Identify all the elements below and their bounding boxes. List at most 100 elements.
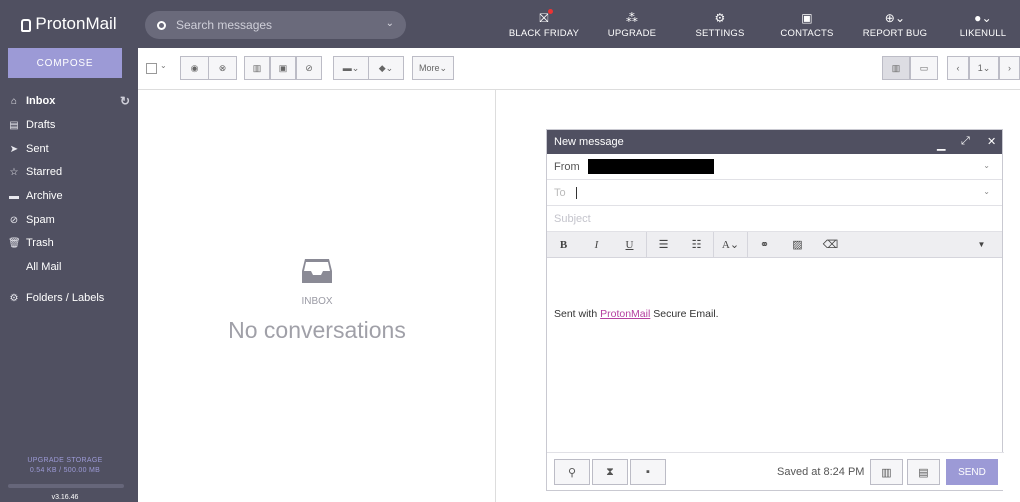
protonmail-link[interactable]: ProtonMail: [600, 308, 650, 320]
eye-off-icon: ⊗: [218, 62, 227, 73]
link-icon[interactable]: ⚭: [748, 238, 781, 251]
refresh-icon[interactable]: ↻: [120, 94, 130, 108]
message-body[interactable]: Sent with ProtonMail Secure Email.: [547, 258, 1002, 454]
sidebar-item-sent[interactable]: ➤ Sent: [0, 138, 138, 160]
sidebar-item-label: Archive: [26, 190, 63, 202]
sidebar-item-archive[interactable]: ▬ Archive: [0, 185, 138, 207]
chevron-down-icon: ⌄: [439, 62, 448, 73]
signature-prefix: Sent with: [554, 308, 601, 320]
gift-icon: ⛝: [539, 8, 553, 26]
nav-upgrade[interactable]: ⁂ UPGRADE: [600, 0, 664, 48]
save-icon: ▤: [918, 466, 929, 479]
composer-window: New message ▁ ⤢ ✕ From ⌄ To ⌄ Subject B …: [546, 129, 1004, 491]
sidebar-item-folders-labels[interactable]: ⚙ Folders / Labels: [0, 287, 138, 309]
bullet-list-icon[interactable]: ☰: [647, 238, 680, 251]
gear-icon: ⚙: [714, 10, 726, 25]
column-layout-button[interactable]: ▥: [882, 56, 910, 80]
to-field[interactable]: To ⌄: [547, 180, 1002, 206]
encryption-button[interactable]: ▪: [630, 459, 666, 485]
message-toolbar: ⌄ ◉ ⊗ ▥ ▣ ⊘ ▬⌄ ◆⌄ More ⌄ ▥ ▭ ‹ 1 ⌄ ›: [138, 48, 1020, 90]
sidebar-item-label: All Mail: [26, 261, 62, 273]
minimize-icon[interactable]: ▁: [937, 138, 945, 151]
next-page-button[interactable]: ›: [999, 56, 1020, 80]
subject-input[interactable]: Subject: [547, 206, 1002, 232]
more-button[interactable]: More ⌄: [412, 56, 454, 80]
nav-label: BLACK FRIDAY: [508, 27, 580, 39]
chevron-down-icon[interactable]: ▼: [965, 240, 998, 249]
sidebar-item-all-mail[interactable]: All Mail: [0, 256, 138, 278]
more-label: More: [418, 63, 440, 73]
sidebar-item-drafts[interactable]: ▤ Drafts: [0, 114, 138, 136]
spam-icon: ⊘: [305, 62, 313, 73]
sidebar-item-inbox[interactable]: ⌂ Inbox ↻: [0, 90, 138, 112]
trash-icon: ▥: [881, 466, 892, 479]
search-input[interactable]: Search messages: [176, 18, 272, 32]
chevron-left-icon: ‹: [956, 63, 960, 73]
upgrade-storage-label[interactable]: UPGRADE STORAGE: [0, 456, 130, 466]
page-select[interactable]: 1 ⌄: [969, 56, 999, 80]
search-bar[interactable]: Search messages ⌄: [145, 11, 406, 39]
nav-label: LIKENULL: [959, 27, 1007, 39]
row-layout-button[interactable]: ▭: [910, 56, 938, 80]
select-all-checkbox[interactable]: [146, 63, 157, 74]
chevron-down-icon[interactable]: ⌄: [983, 187, 990, 196]
chevron-down-icon[interactable]: ⌄: [386, 18, 394, 29]
move-to-folder-button[interactable]: ▬⌄: [333, 56, 369, 80]
app-version: v3.16.46: [51, 494, 79, 501]
chevron-down-icon[interactable]: ⌄: [983, 161, 990, 170]
trash-icon: ▥: [252, 62, 262, 73]
underline-button[interactable]: U: [613, 239, 646, 251]
from-field[interactable]: From ⌄: [547, 154, 1002, 180]
text-cursor: [575, 186, 577, 199]
compose-button[interactable]: COMPOSE: [8, 48, 122, 78]
nav-black-friday[interactable]: ⛝ BLACK FRIDAY: [506, 0, 582, 48]
spam-button[interactable]: ⊘: [296, 56, 322, 80]
folder-icon: ▬⌄: [342, 62, 360, 73]
chevron-down-icon[interactable]: ⌄: [160, 61, 167, 70]
expiration-button[interactable]: ⧗: [592, 459, 628, 485]
expand-icon[interactable]: ⤢: [961, 135, 970, 148]
nav-label: REPORT BUG: [862, 27, 928, 39]
archive-button[interactable]: ▣: [270, 56, 296, 80]
trash-button[interactable]: ▥: [244, 56, 270, 80]
nav-user-menu[interactable]: ●⌄ LIKENULL: [954, 0, 1012, 48]
mark-read-button[interactable]: ◉: [180, 56, 209, 80]
chevron-down-icon: ⌄: [982, 62, 991, 73]
attach-button[interactable]: ⚲: [554, 459, 590, 485]
user-icon: ●⌄: [974, 10, 992, 25]
save-draft-button[interactable]: ▤: [907, 459, 940, 485]
close-icon[interactable]: ✕: [987, 135, 996, 148]
sidebar-item-spam[interactable]: ⊘ Spam: [0, 209, 138, 231]
mark-unread-button[interactable]: ⊗: [208, 56, 237, 80]
numbered-list-icon[interactable]: ☷: [680, 238, 713, 251]
sidebar-item-label: Inbox: [26, 95, 56, 107]
drafts-icon: ▤: [9, 119, 19, 131]
previous-page-button[interactable]: ‹: [947, 56, 969, 80]
empty-state-message: No conversations: [228, 317, 406, 343]
upgrade-storage[interactable]: UPGRADE STORAGE 0.54 KB / 500.00 MB: [0, 456, 130, 476]
nav-contacts[interactable]: ▣ CONTACTS: [776, 0, 838, 48]
rows-icon: ▭: [919, 62, 929, 73]
protonmail-logo[interactable]: ProtonMail: [0, 0, 138, 48]
italic-button[interactable]: I: [580, 239, 613, 251]
image-icon[interactable]: ▨: [781, 238, 814, 251]
nav-label: SETTINGS: [695, 27, 745, 39]
delete-draft-button[interactable]: ▥: [870, 459, 903, 485]
sidebar-item-trash[interactable]: 🗑︎ Trash: [0, 232, 138, 254]
gear-icon: ⚙: [9, 292, 19, 304]
nav-report-bug[interactable]: ⊕⌄ REPORT BUG: [860, 0, 930, 48]
sidebar-item-label: Folders / Labels: [26, 292, 105, 304]
sidebar-item-label: Trash: [26, 237, 54, 249]
chevron-right-icon: ›: [1008, 63, 1011, 73]
eraser-icon[interactable]: ⌫: [814, 238, 847, 251]
sidebar-item-starred[interactable]: ☆ Starred: [0, 161, 138, 183]
spam-icon: ⊘: [9, 214, 19, 226]
font-style-button[interactable]: A⌄: [714, 238, 747, 251]
composer-header[interactable]: New message ▁ ⤢ ✕: [547, 130, 1002, 154]
contacts-icon: ▣: [801, 10, 813, 25]
send-button[interactable]: SEND: [946, 459, 998, 485]
nav-settings[interactable]: ⚙ SETTINGS: [690, 0, 750, 48]
bold-button[interactable]: B: [547, 239, 580, 251]
label-button[interactable]: ◆⌄: [368, 56, 404, 80]
to-label: To: [554, 186, 566, 199]
